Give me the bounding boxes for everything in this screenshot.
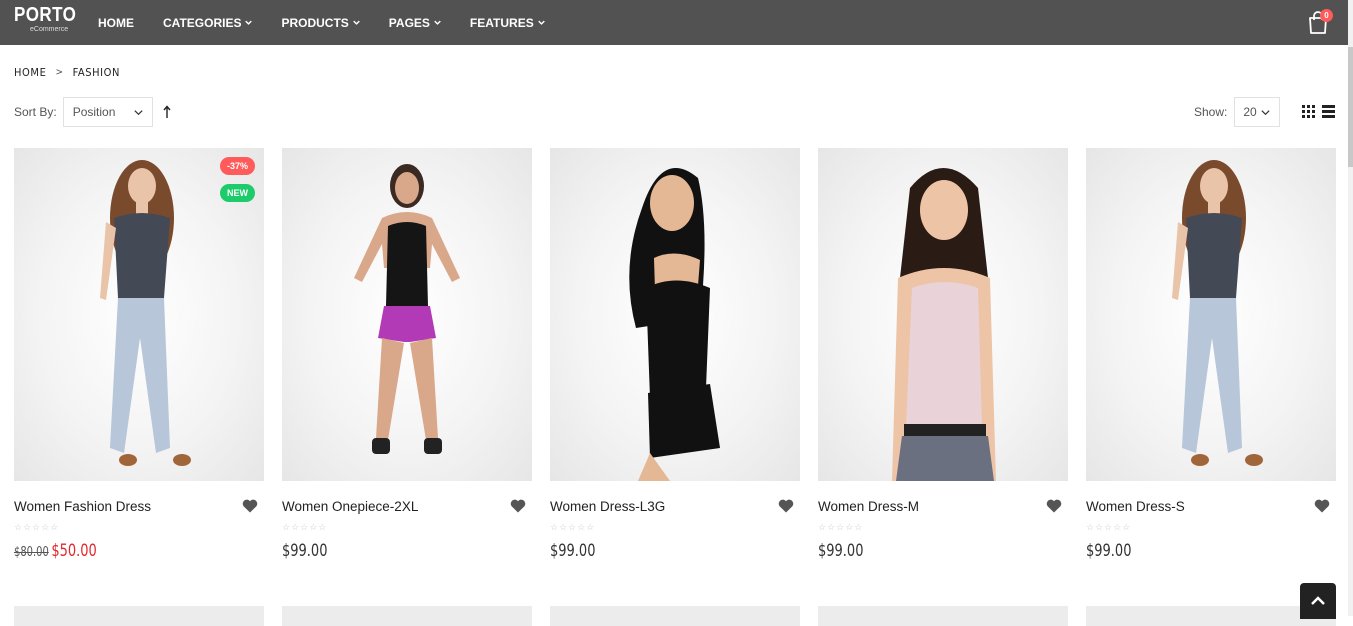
nav-categories-label: CATEGORIES xyxy=(163,15,242,30)
header-bar: PORTO eCommerce HOME CATEGORIES PRODUCTS… xyxy=(0,0,1348,45)
price: $99.00 xyxy=(818,541,864,561)
product-name[interactable]: Women Dress-M xyxy=(818,499,919,514)
heart-icon[interactable] xyxy=(510,499,526,513)
scrollbar-thumb[interactable] xyxy=(1348,47,1353,167)
product-card[interactable]: Women Onepiece-2XL ☆☆☆☆☆ $99.00 xyxy=(282,148,532,561)
list-icon[interactable] xyxy=(1322,105,1335,118)
product-name[interactable]: Women Fashion Dress xyxy=(14,499,151,514)
product-image[interactable]: -37% NEW xyxy=(14,148,264,481)
old-price: $80.00 xyxy=(14,545,49,560)
product-name[interactable]: Women Onepiece-2XL xyxy=(282,499,418,514)
nav-home-label: HOME xyxy=(98,15,134,30)
page-scrollbar[interactable] xyxy=(1348,0,1353,616)
product-name[interactable]: Women Dress-L3G xyxy=(550,499,665,514)
logo[interactable]: PORTO eCommerce xyxy=(14,4,87,33)
chevron-down-icon xyxy=(353,20,360,25)
main-nav: HOME CATEGORIES PRODUCTS PAGES FEATURES xyxy=(98,0,574,45)
product-price: $99.00 xyxy=(818,541,863,561)
next-row-product-image[interactable] xyxy=(282,606,532,626)
back-to-top-button[interactable] xyxy=(1300,583,1336,619)
nav-features-label: FEATURES xyxy=(469,15,534,30)
show-select-value: 20 xyxy=(1243,105,1257,119)
product-photo xyxy=(1172,160,1263,466)
next-row-product-image[interactable] xyxy=(818,606,1068,626)
chevron-down-icon xyxy=(537,20,545,25)
nav-products[interactable]: PRODUCTS xyxy=(281,15,360,30)
sort-select-value: Position xyxy=(72,105,116,119)
product-card[interactable]: -37% NEW Women Fashion Dress ☆☆☆☆☆ $80.0… xyxy=(14,148,264,561)
product-photo xyxy=(354,164,460,454)
logo-subtitle: eCommerce xyxy=(30,26,69,33)
product-price: $99.00 xyxy=(282,541,327,561)
new-badge: NEW xyxy=(220,184,255,202)
product-price: $99.00 xyxy=(1086,541,1131,561)
sort-toolbar: Sort By: Position xyxy=(14,97,172,127)
product-name[interactable]: Women Dress-S xyxy=(1086,499,1185,514)
product-photo xyxy=(892,168,996,481)
price: $99.00 xyxy=(282,541,328,561)
nav-pages-label: PAGES xyxy=(388,15,430,30)
sale-badge: -37% xyxy=(219,157,255,175)
nav-products-label: PRODUCTS xyxy=(281,15,349,30)
logo-brand: PORTO xyxy=(14,4,77,26)
nav-pages[interactable]: PAGES xyxy=(389,16,441,30)
chevron-down-icon xyxy=(434,20,441,25)
nav-home[interactable]: HOME xyxy=(98,16,134,30)
product-photo xyxy=(629,168,720,481)
sort-select[interactable]: Position xyxy=(62,97,153,127)
next-row-product-image[interactable] xyxy=(550,606,800,626)
sort-label: Sort By: xyxy=(14,105,57,119)
price: $99.00 xyxy=(550,541,596,561)
next-row-product-image[interactable] xyxy=(1086,606,1336,626)
rating-stars: ☆☆☆☆☆ xyxy=(1086,522,1132,532)
breadcrumb-current: FASHION xyxy=(72,66,121,79)
breadcrumb-home[interactable]: HOME xyxy=(14,66,46,79)
heart-icon[interactable] xyxy=(1314,499,1330,513)
chevron-up-icon xyxy=(1311,596,1325,605)
product-price: $80.00 $50.00 xyxy=(14,541,97,561)
sale-price: $50.00 xyxy=(51,541,97,561)
heart-icon[interactable] xyxy=(242,499,258,513)
show-label: Show: xyxy=(1194,105,1228,119)
product-image[interactable] xyxy=(818,148,1068,481)
heart-icon[interactable] xyxy=(1046,499,1062,513)
heart-icon[interactable] xyxy=(778,499,794,513)
product-card[interactable]: Women Dress-L3G ☆☆☆☆☆ $99.00 xyxy=(550,148,800,561)
rating-stars: ☆☆☆☆☆ xyxy=(282,522,328,532)
product-image[interactable] xyxy=(1086,148,1336,481)
price: $99.00 xyxy=(1086,541,1132,561)
show-select[interactable]: 20 xyxy=(1234,97,1281,127)
breadcrumb: HOME > FASHION xyxy=(14,66,120,79)
arrow-up-icon[interactable] xyxy=(162,105,172,119)
nav-features[interactable]: FEATURES xyxy=(470,16,545,30)
nav-categories[interactable]: CATEGORIES xyxy=(163,15,253,30)
product-image[interactable] xyxy=(282,148,532,481)
product-card[interactable]: Women Dress-S ☆☆☆☆☆ $99.00 xyxy=(1086,148,1336,561)
chevron-down-icon xyxy=(134,110,143,116)
cart-count-badge: 0 xyxy=(1320,9,1333,22)
show-toolbar: Show: 20 xyxy=(1194,97,1281,127)
rating-stars: ☆☆☆☆☆ xyxy=(550,522,596,532)
rating-stars: ☆☆☆☆☆ xyxy=(14,522,60,532)
chevron-down-icon xyxy=(245,20,253,25)
grid-icon[interactable] xyxy=(1302,105,1315,118)
product-card[interactable]: Women Dress-M ☆☆☆☆☆ $99.00 xyxy=(818,148,1068,561)
breadcrumb-separator: > xyxy=(55,67,64,78)
chevron-down-icon xyxy=(1261,110,1270,116)
product-price: $99.00 xyxy=(550,541,595,561)
product-image[interactable] xyxy=(550,148,800,481)
next-row-product-image[interactable] xyxy=(14,606,264,626)
rating-stars: ☆☆☆☆☆ xyxy=(818,522,864,532)
